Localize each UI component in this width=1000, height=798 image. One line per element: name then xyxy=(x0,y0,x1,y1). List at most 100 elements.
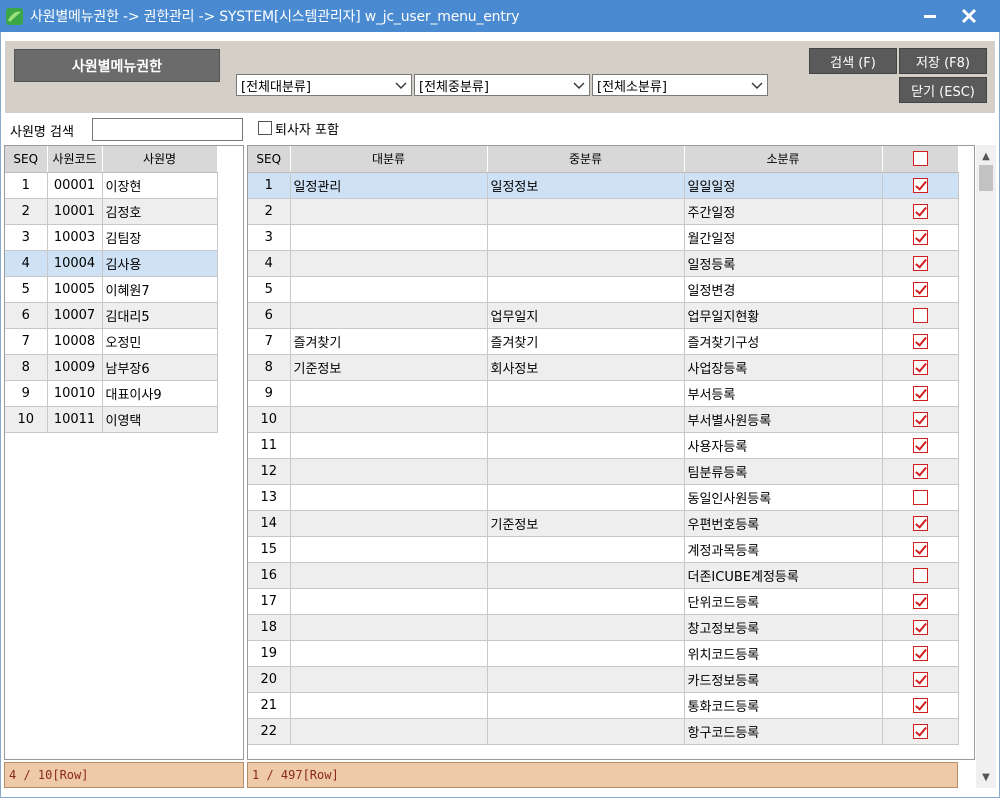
menu-row[interactable]: 11 사용자등록 xyxy=(248,432,959,459)
major-category-select[interactable]: [전체대분류] xyxy=(236,74,412,96)
col-seq[interactable]: SEQ xyxy=(248,146,291,173)
col-seq[interactable]: SEQ xyxy=(5,146,48,173)
menu-middle-category xyxy=(487,640,685,667)
minimize-button[interactable] xyxy=(916,4,944,28)
employee-name: 이장현 xyxy=(102,172,218,199)
permission-checkbox[interactable] xyxy=(912,567,928,583)
menu-row[interactable]: 17 단위코드등록 xyxy=(248,588,959,615)
menu-row[interactable]: 3 월간일정 xyxy=(248,224,959,251)
menu-seq: 20 xyxy=(248,666,291,693)
permission-checkbox[interactable] xyxy=(912,437,928,453)
close-button[interactable]: 닫기 (ESC) xyxy=(899,77,987,103)
permission-checkbox[interactable] xyxy=(912,229,928,245)
employee-search-input[interactable] xyxy=(92,118,243,141)
employee-seq: 1 xyxy=(5,172,48,199)
employee-row[interactable]: 8 10009 남부장6 xyxy=(5,354,218,381)
employee-row[interactable]: 6 10007 김대리5 xyxy=(5,302,218,329)
menu-row[interactable]: 12 팀분류등록 xyxy=(248,458,959,485)
menu-row[interactable]: 22 항구코드등록 xyxy=(248,718,959,745)
menu-row[interactable]: 10 부서별사원등록 xyxy=(248,406,959,433)
menu-row[interactable]: 21 통화코드등록 xyxy=(248,692,959,719)
employee-row[interactable]: 1 00001 이장현 xyxy=(5,172,218,199)
include-retired-checkbox[interactable] xyxy=(258,121,272,135)
menu-row[interactable]: 6 업무일지 업무일지현황 xyxy=(248,302,959,329)
menu-row[interactable]: 9 부서등록 xyxy=(248,380,959,407)
menu-row[interactable]: 1 일정관리 일정정보 일일일정 xyxy=(248,172,959,199)
col-middle-category[interactable]: 중분류 xyxy=(487,146,685,173)
permission-checkbox[interactable] xyxy=(912,645,928,661)
menu-row[interactable]: 19 위치코드등록 xyxy=(248,640,959,667)
employee-row[interactable]: 2 10001 김정호 xyxy=(5,198,218,225)
permission-checkbox[interactable] xyxy=(912,619,928,635)
menu-row[interactable]: 5 일정변경 xyxy=(248,276,959,303)
permission-checkbox[interactable] xyxy=(912,385,928,401)
menu-minor-category: 창고정보등록 xyxy=(684,614,883,641)
menu-row[interactable]: 13 동일인사원등록 xyxy=(248,484,959,511)
employee-name: 남부장6 xyxy=(102,354,218,381)
employee-row[interactable]: 4 10004 김사용 xyxy=(5,250,218,277)
menu-major-category xyxy=(290,536,488,563)
permission-checkbox[interactable] xyxy=(912,411,928,427)
permission-checkbox[interactable] xyxy=(912,489,928,505)
employee-seq: 8 xyxy=(5,354,48,381)
menu-seq: 22 xyxy=(248,718,291,745)
permission-checkbox[interactable] xyxy=(912,541,928,557)
employee-row[interactable]: 5 10005 이혜원7 xyxy=(5,276,218,303)
middle-category-select[interactable]: [전체중분류] xyxy=(414,74,590,96)
permission-checkbox[interactable] xyxy=(912,255,928,271)
menu-permission-cell xyxy=(882,328,959,355)
permission-checkbox[interactable] xyxy=(912,333,928,349)
save-button[interactable]: 저장 (F8) xyxy=(899,48,987,74)
menu-row[interactable]: 18 창고정보등록 xyxy=(248,614,959,641)
menu-permission-cell xyxy=(882,198,959,225)
col-minor-category[interactable]: 소분류 xyxy=(684,146,883,173)
minor-category-select[interactable]: [전체소분류] xyxy=(592,74,768,96)
menu-row[interactable]: 16 더존ICUBE계정등록 xyxy=(248,562,959,589)
employee-name: 김정호 xyxy=(102,198,218,225)
col-major-category[interactable]: 대분류 xyxy=(290,146,488,173)
scroll-up-icon[interactable]: ▲ xyxy=(976,147,996,165)
scroll-down-icon[interactable]: ▼ xyxy=(976,768,996,786)
close-window-button[interactable] xyxy=(955,4,983,28)
menu-row[interactable]: 8 기준정보 회사정보 사업장등록 xyxy=(248,354,959,381)
employee-row[interactable]: 7 10008 오정민 xyxy=(5,328,218,355)
col-employee-name[interactable]: 사원명 xyxy=(102,146,218,173)
permission-checkbox[interactable] xyxy=(912,177,928,193)
employee-row[interactable]: 3 10003 김팀장 xyxy=(5,224,218,251)
permission-checkbox[interactable] xyxy=(912,593,928,609)
menu-permission-cell xyxy=(882,536,959,563)
col-select-all[interactable] xyxy=(882,146,959,173)
select-all-checkbox[interactable] xyxy=(912,151,928,167)
permission-checkbox[interactable] xyxy=(912,697,928,713)
menu-vertical-scrollbar[interactable]: ▲ ▼ xyxy=(976,145,996,788)
permission-checkbox[interactable] xyxy=(912,723,928,739)
permission-checkbox[interactable] xyxy=(912,307,928,323)
search-button[interactable]: 검색 (F) xyxy=(809,48,897,74)
menu-minor-category: 계정과목등록 xyxy=(684,536,883,563)
permission-checkbox[interactable] xyxy=(912,203,928,219)
employee-row[interactable]: 10 10011 이영택 xyxy=(5,406,218,433)
menu-row[interactable]: 2 주간일정 xyxy=(248,198,959,225)
menu-middle-category xyxy=(487,718,685,745)
menu-major-category xyxy=(290,692,488,719)
menu-row[interactable]: 14 기준정보 우편번호등록 xyxy=(248,510,959,537)
employee-seq: 5 xyxy=(5,276,48,303)
menu-seq: 8 xyxy=(248,354,291,381)
permission-checkbox[interactable] xyxy=(912,359,928,375)
menu-seq: 18 xyxy=(248,614,291,641)
menu-row[interactable]: 20 카드정보등록 xyxy=(248,666,959,693)
menu-middle-category xyxy=(487,276,685,303)
permission-checkbox[interactable] xyxy=(912,281,928,297)
employee-row[interactable]: 9 10010 대표이사9 xyxy=(5,380,218,407)
menu-minor-category: 더존ICUBE계정등록 xyxy=(684,562,883,589)
menu-major-category xyxy=(290,640,488,667)
permission-checkbox[interactable] xyxy=(912,515,928,531)
menu-row[interactable]: 7 즐겨찾기 즐겨찾기 즐겨찾기구성 xyxy=(248,328,959,355)
scroll-thumb[interactable] xyxy=(979,165,993,191)
menu-row[interactable]: 15 계정과목등록 xyxy=(248,536,959,563)
menu-row[interactable]: 4 일정등록 xyxy=(248,250,959,277)
permission-checkbox[interactable] xyxy=(912,671,928,687)
permission-checkbox[interactable] xyxy=(912,463,928,479)
employee-name: 이혜원7 xyxy=(102,276,218,303)
col-employee-code[interactable]: 사원코드 xyxy=(47,146,103,173)
